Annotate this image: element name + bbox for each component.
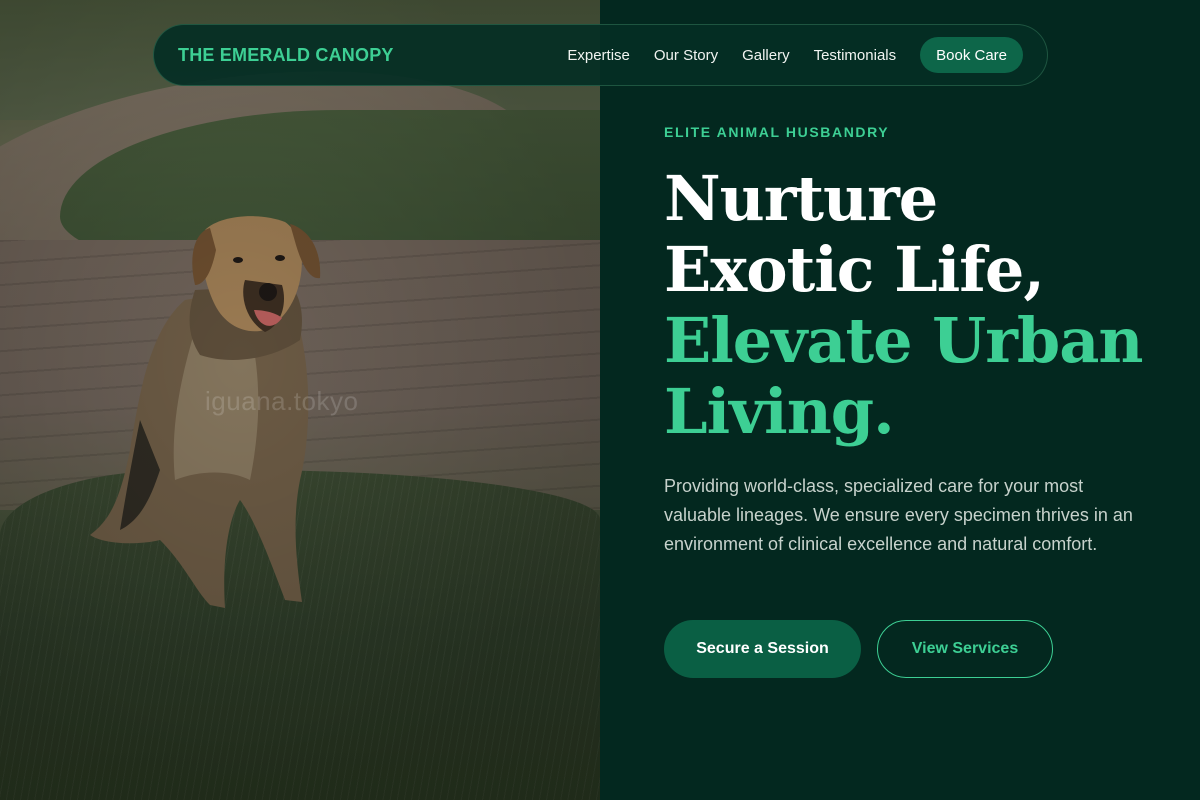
hero-eyebrow: ELITE ANIMAL HUSBANDRY (664, 124, 890, 140)
secure-session-button[interactable]: Secure a Session (664, 620, 861, 678)
top-navigation: THE EMERALD CANOPY Expertise Our Story G… (153, 24, 1048, 86)
headline-line-1: Nurture (664, 162, 938, 235)
hero-headline: Nurture Exotic Life, Elevate Urban Livin… (664, 163, 1184, 447)
brand-logo[interactable]: THE EMERALD CANOPY (178, 45, 394, 66)
hero-photo: iguana.tokyo (0, 0, 600, 800)
headline-line-2: Exotic Life, (664, 233, 1045, 306)
view-services-button[interactable]: View Services (877, 620, 1053, 678)
nav-link-expertise[interactable]: Expertise (567, 47, 630, 64)
headline-line-4: Living. (664, 375, 895, 448)
headline-line-3: Elevate Urban (664, 304, 1143, 377)
nav-link-testimonials[interactable]: Testimonials (814, 47, 897, 64)
book-care-button[interactable]: Book Care (920, 37, 1023, 73)
nav-link-gallery[interactable]: Gallery (742, 47, 790, 64)
photo-watermark: iguana.tokyo (205, 386, 359, 416)
nav-links: Expertise Our Story Gallery Testimonials… (543, 37, 1023, 73)
nav-link-our-story[interactable]: Our Story (654, 47, 718, 64)
hero-description: Providing world-class, specialized care … (664, 476, 1133, 554)
